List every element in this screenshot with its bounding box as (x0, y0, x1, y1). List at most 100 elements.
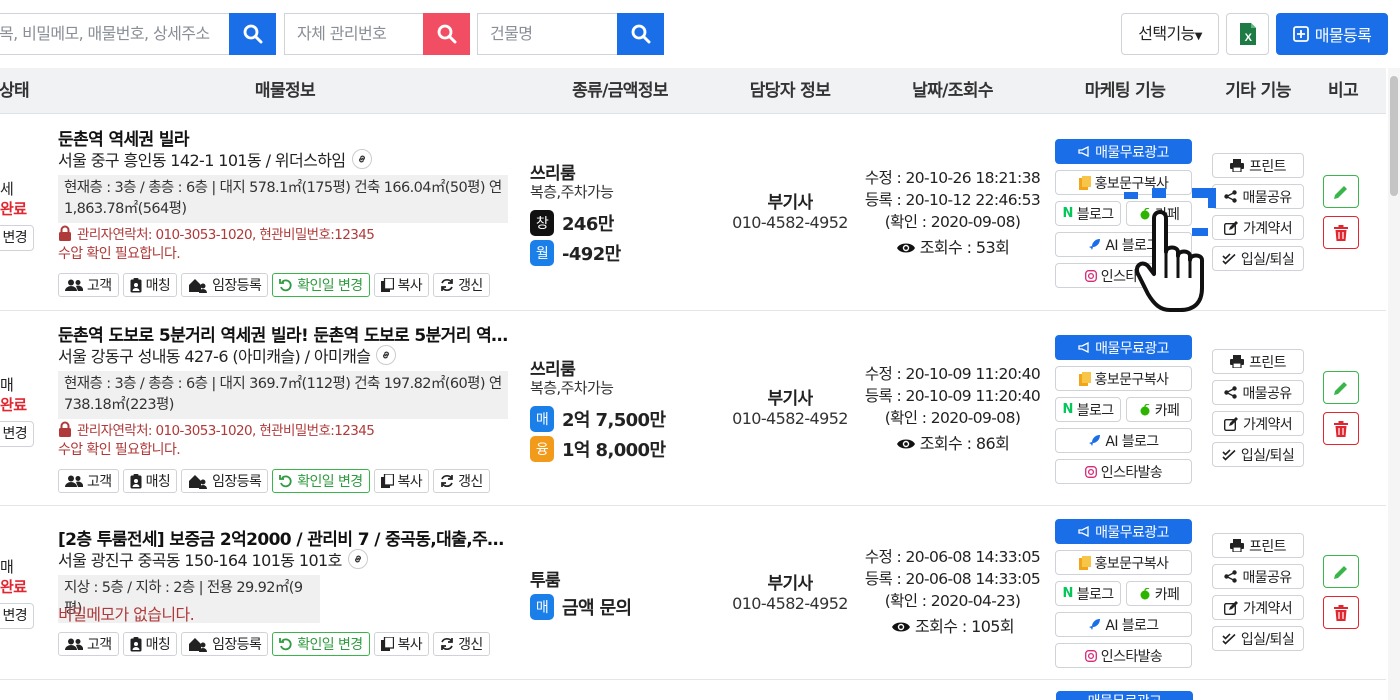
register-property-label: 매물등록 (1314, 26, 1372, 45)
search-icon (437, 24, 456, 44)
site-visit-button[interactable]: 임장등록 (181, 469, 269, 493)
customer-button[interactable]: 고객 (58, 469, 119, 493)
cafe-icon (1140, 403, 1150, 415)
matching-button[interactable]: 매칭 (122, 469, 178, 493)
agent-cell: 부기사 010-4582-4952 (730, 569, 850, 613)
instagram-button[interactable]: 인스타발송 (1055, 459, 1192, 484)
matching-label: 매칭 (145, 637, 171, 653)
delete-button[interactable] (1323, 216, 1359, 249)
pencil-icon (1334, 565, 1347, 579)
own-number-search-button[interactable] (423, 13, 470, 55)
print-button[interactable]: 프린트 (1212, 349, 1304, 374)
eye-icon (892, 622, 910, 632)
refresh-button[interactable]: 갱신 (433, 469, 490, 493)
matching-button[interactable]: 매칭 (122, 273, 178, 297)
row-actions: 고객 매칭 임장등록 확인일 변경 복사 갱신 (58, 632, 490, 656)
provisional-contract-button[interactable]: 가계약서 (1212, 411, 1304, 436)
instagram-label: 인스타발송 (1100, 464, 1163, 481)
print-button[interactable]: 프린트 (1212, 153, 1304, 178)
provisional-contract-button[interactable]: 가계약서 (1212, 595, 1304, 620)
change-confirm-date-button[interactable]: 확인일 변경 (272, 469, 370, 493)
status-change-button[interactable]: 변경 (0, 421, 34, 447)
trash-icon (1334, 604, 1348, 621)
scrollbar-thumb[interactable] (1390, 76, 1398, 196)
refresh-button[interactable]: 갱신 (433, 632, 490, 656)
delete-button[interactable] (1323, 412, 1359, 445)
free-ad-label: 매물무료광고 (1088, 691, 1162, 700)
change-confirm-date-label: 확인일 변경 (297, 637, 363, 653)
site-visit-button[interactable]: 임장등록 (181, 632, 269, 656)
blog-button[interactable]: N 블로그 (1055, 581, 1121, 606)
status-change-button[interactable]: 변경 (0, 603, 34, 629)
scrollbar[interactable] (1388, 68, 1400, 700)
print-label: 프린트 (1249, 354, 1286, 371)
share-button[interactable]: 매물공유 (1212, 184, 1304, 209)
status-deal-type: 매 (0, 376, 14, 394)
customer-button[interactable]: 고객 (58, 273, 119, 297)
price-type-badge: 융 (530, 436, 554, 462)
link-icon[interactable] (351, 149, 372, 169)
ai-blog-button[interactable]: AI 블로그 (1055, 232, 1192, 257)
site-visit-label: 임장등록 (212, 278, 262, 294)
site-visit-button[interactable]: 임장등록 (181, 273, 269, 297)
instagram-button[interactable]: 인스타발송 (1055, 643, 1192, 668)
edit-button[interactable] (1323, 175, 1359, 208)
checkin-checkout-button[interactable]: 입실/퇴실 (1212, 626, 1304, 651)
checkin-checkout-button[interactable]: 입실/퇴실 (1212, 246, 1304, 271)
free-ad-button[interactable]: 매물무료광고 (1055, 519, 1192, 544)
free-ad-button[interactable]: 매물무료광고 (1056, 691, 1193, 700)
free-ad-button[interactable]: 매물무료광고 (1055, 139, 1192, 164)
edit-button[interactable] (1323, 371, 1359, 404)
instagram-button[interactable]: 인스타발송 (1055, 263, 1192, 288)
blog-button[interactable]: N 블로그 (1055, 201, 1121, 226)
excel-download-button[interactable]: X (1226, 13, 1269, 55)
rocket-icon (1089, 239, 1101, 250)
refresh-button[interactable]: 갱신 (433, 273, 490, 297)
customer-button[interactable]: 고객 (58, 632, 119, 656)
edit-button[interactable] (1323, 555, 1359, 588)
link-icon[interactable] (376, 345, 397, 365)
building-search-button[interactable] (617, 13, 664, 55)
pencil-icon (1334, 381, 1347, 395)
refresh-label: 갱신 (458, 474, 483, 490)
copy-promo-button[interactable]: 홍보문구복사 (1055, 170, 1192, 195)
blog-button[interactable]: N 블로그 (1055, 397, 1121, 422)
provisional-contract-label: 가계약서 (1242, 600, 1293, 617)
matching-button[interactable]: 매칭 (122, 632, 178, 656)
modified-date: 수정 : 20-10-26 18:21:38 (864, 169, 1041, 187)
link-icon[interactable] (347, 549, 368, 569)
copy-button[interactable]: 복사 (373, 632, 430, 656)
change-confirm-date-button[interactable]: 확인일 변경 (272, 273, 370, 297)
copy-promo-button[interactable]: 홍보문구복사 (1055, 366, 1192, 391)
delete-button[interactable] (1323, 596, 1359, 629)
status-change-button[interactable]: 변경 (0, 225, 34, 251)
provisional-contract-button[interactable]: 가계약서 (1212, 215, 1304, 240)
copy-icon (380, 474, 394, 488)
ai-blog-button[interactable]: AI 블로그 (1055, 428, 1192, 453)
register-property-button[interactable]: 매물등록 (1276, 13, 1388, 55)
table-row: 세 완료 변경 둔촌역 역세권 빌라 서울 중구 흥인동 142-1 101동 … (0, 115, 1386, 311)
cafe-button[interactable]: 카페 (1126, 581, 1192, 606)
search-input[interactable]: 목, 비밀메모, 매물번호, 상세주소 (0, 13, 230, 55)
free-ad-button[interactable]: 매물무료광고 (1055, 335, 1192, 360)
cafe-label: 카페 (1154, 586, 1180, 603)
share-icon (1224, 190, 1238, 203)
print-button[interactable]: 프린트 (1212, 533, 1304, 558)
copy-button[interactable]: 복사 (373, 469, 430, 493)
cafe-button[interactable]: 카페 (1126, 397, 1192, 422)
search-button[interactable] (229, 13, 276, 55)
cafe-button[interactable]: 카페 (1126, 201, 1192, 226)
copy-promo-button[interactable]: 홍보문구복사 (1055, 550, 1192, 575)
confirmed-date: (확인 : 2020-04-23) (884, 592, 1021, 610)
price-line: 월 -492만 (530, 240, 621, 266)
copy-button[interactable]: 복사 (373, 273, 430, 297)
building-name-input[interactable]: 건물명 (477, 13, 618, 55)
share-button[interactable]: 매물공유 (1212, 380, 1304, 405)
checkin-checkout-button[interactable]: 입실/퇴실 (1212, 442, 1304, 467)
share-button[interactable]: 매물공유 (1212, 564, 1304, 589)
own-number-input[interactable]: 자체 관리번호 (284, 13, 424, 55)
ai-blog-button[interactable]: AI 블로그 (1055, 612, 1192, 637)
change-confirm-date-button[interactable]: 확인일 변경 (272, 632, 370, 656)
select-function-dropdown[interactable]: 선택기능▼ (1121, 13, 1219, 55)
site-visit-label: 임장등록 (212, 637, 262, 653)
